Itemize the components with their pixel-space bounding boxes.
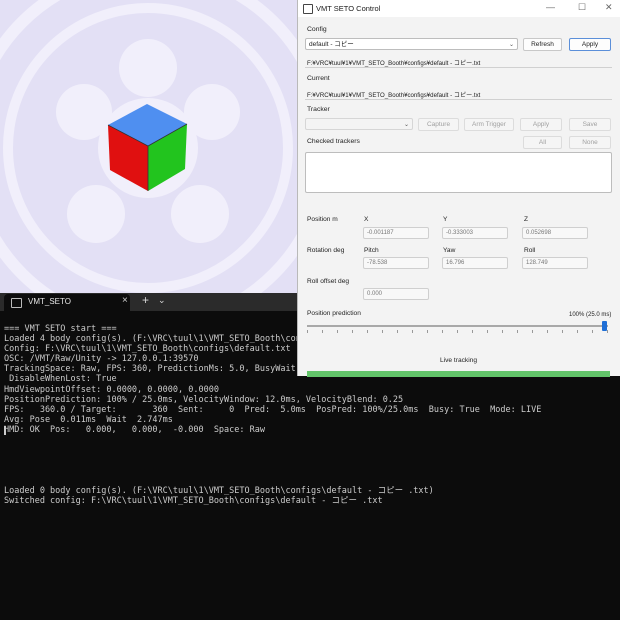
- position-y-field[interactable]: -0.333003: [442, 227, 508, 239]
- position-label: Position m: [307, 216, 338, 223]
- pitch-label: Pitch: [364, 247, 379, 254]
- slider-tick: [487, 330, 488, 333]
- roll-label: Roll: [524, 247, 536, 254]
- slider-tick: [367, 330, 368, 333]
- refresh-button[interactable]: Refresh: [523, 38, 562, 51]
- title-bar[interactable]: VMT SETO Control — ☐ ✕: [298, 0, 620, 17]
- close-button[interactable]: ✕: [605, 2, 613, 13]
- chevron-down-icon[interactable]: ⌄: [158, 295, 166, 306]
- slider-tick: [502, 330, 503, 333]
- close-tab-icon[interactable]: ×: [122, 295, 128, 306]
- prediction-slider-track[interactable]: [307, 325, 608, 327]
- divider: [305, 67, 612, 68]
- vmt-seto-control-window[interactable]: VMT SETO Control — ☐ ✕ Config default - …: [297, 0, 620, 377]
- divider: [305, 99, 612, 100]
- slider-tick: [352, 330, 353, 333]
- config-dropdown[interactable]: default - コピー ⌄: [305, 38, 518, 50]
- roll-field[interactable]: 128.749: [522, 257, 588, 269]
- yaw-field[interactable]: 16.796: [442, 257, 508, 269]
- slider-tick: [427, 330, 428, 333]
- slider-tick: [472, 330, 473, 333]
- slider-tick: [592, 330, 593, 333]
- position-z-field[interactable]: 0.052698: [522, 227, 588, 239]
- maximize-button[interactable]: ☐: [578, 2, 586, 13]
- terminal-line: Loaded 0 body config(s). (F:\VRC\tuul\1\…: [4, 485, 434, 496]
- position-prediction-value: 100% (25.0 ms): [569, 312, 612, 318]
- slider-tick: [547, 330, 548, 333]
- position-x-field[interactable]: -0.001187: [363, 227, 429, 239]
- slider-tick: [607, 330, 608, 333]
- window-title: VMT SETO Control: [316, 4, 381, 13]
- rotation-label: Rotation deg: [307, 247, 345, 254]
- position-prediction-label: Position prediction: [307, 310, 361, 317]
- terminal-line: Switched config: F:\VRC\tuul\1\VMT_SETO_…: [4, 495, 383, 506]
- terminal-icon: [11, 298, 22, 308]
- terminal-tab-bar: VMT_SETO × + ⌄: [0, 293, 310, 311]
- tracker-label: Tracker: [307, 106, 330, 113]
- slider-tick: [337, 330, 338, 333]
- minimize-button[interactable]: —: [546, 2, 555, 12]
- slider-tick: [577, 330, 578, 333]
- capture-button[interactable]: Capture: [418, 118, 459, 131]
- save-button[interactable]: Save: [569, 118, 611, 131]
- terminal-line: FPS: 360.0 / Target: 360 Sent: 0 Pred: 5…: [4, 404, 542, 415]
- checked-trackers-label: Checked trackers: [307, 138, 360, 145]
- current-label: Current: [307, 75, 330, 82]
- current-path: F:¥VRC¥tuul¥1¥VMT_SETO_Booth¥configs¥def…: [307, 92, 481, 99]
- slider-tick: [562, 330, 563, 333]
- config-label: Config: [307, 26, 327, 33]
- config-path: F:¥VRC¥tuul¥1¥VMT_SETO_Booth¥configs¥def…: [307, 60, 481, 67]
- config-selected-value: default - コピー: [309, 41, 354, 48]
- select-none-button[interactable]: None: [569, 136, 611, 149]
- text-cursor: [4, 426, 6, 435]
- terminal-tab-title: VMT_SETO: [28, 297, 71, 306]
- tracker-dropdown[interactable]: ⌄: [305, 118, 413, 130]
- checked-trackers-list[interactable]: [305, 152, 612, 193]
- slider-tick: [397, 330, 398, 333]
- terminal-line: Avg: Pose 0.011ms Wait 2.747ms: [4, 414, 173, 425]
- slider-tick: [322, 330, 323, 333]
- chevron-down-icon: ⌄: [508, 42, 514, 48]
- new-tab-button[interactable]: +: [142, 293, 149, 307]
- chevron-down-icon: ⌄: [403, 122, 409, 128]
- pitch-field[interactable]: -78.538: [363, 257, 429, 269]
- roll-offset-field[interactable]: 0.000: [363, 288, 429, 300]
- status-text: Live tracking: [440, 357, 478, 364]
- position-z-label: Z: [524, 216, 529, 223]
- config-apply-button[interactable]: Apply: [569, 38, 611, 51]
- slider-tick: [517, 330, 518, 333]
- status-indicator: [307, 371, 610, 377]
- yaw-label: Yaw: [443, 247, 456, 254]
- position-x-label: X: [364, 216, 369, 223]
- arm-trigger-button[interactable]: Arm Trigger: [464, 118, 514, 131]
- slider-tick: [442, 330, 443, 333]
- terminal-line: PositionPrediction: 100% / 25.0ms, Veloc…: [4, 394, 404, 405]
- tracker-apply-button[interactable]: Apply: [520, 118, 562, 131]
- terminal-line: HMD: OK Pos: 0.000, 0.000, -0.000 Space:…: [4, 424, 265, 435]
- app-icon: [303, 4, 313, 14]
- slider-tick: [382, 330, 383, 333]
- slider-tick: [307, 330, 308, 333]
- slider-tick: [457, 330, 458, 333]
- terminal-tab[interactable]: VMT_SETO ×: [4, 294, 130, 311]
- position-y-label: Y: [443, 216, 448, 223]
- slider-tick: [532, 330, 533, 333]
- terminal-line: HmdViewpointOffset: 0.0000, 0.0000, 0.00…: [4, 384, 219, 395]
- roll-offset-label: Roll offset deg: [307, 278, 350, 285]
- slider-tick: [412, 330, 413, 333]
- select-all-button[interactable]: All: [523, 136, 562, 149]
